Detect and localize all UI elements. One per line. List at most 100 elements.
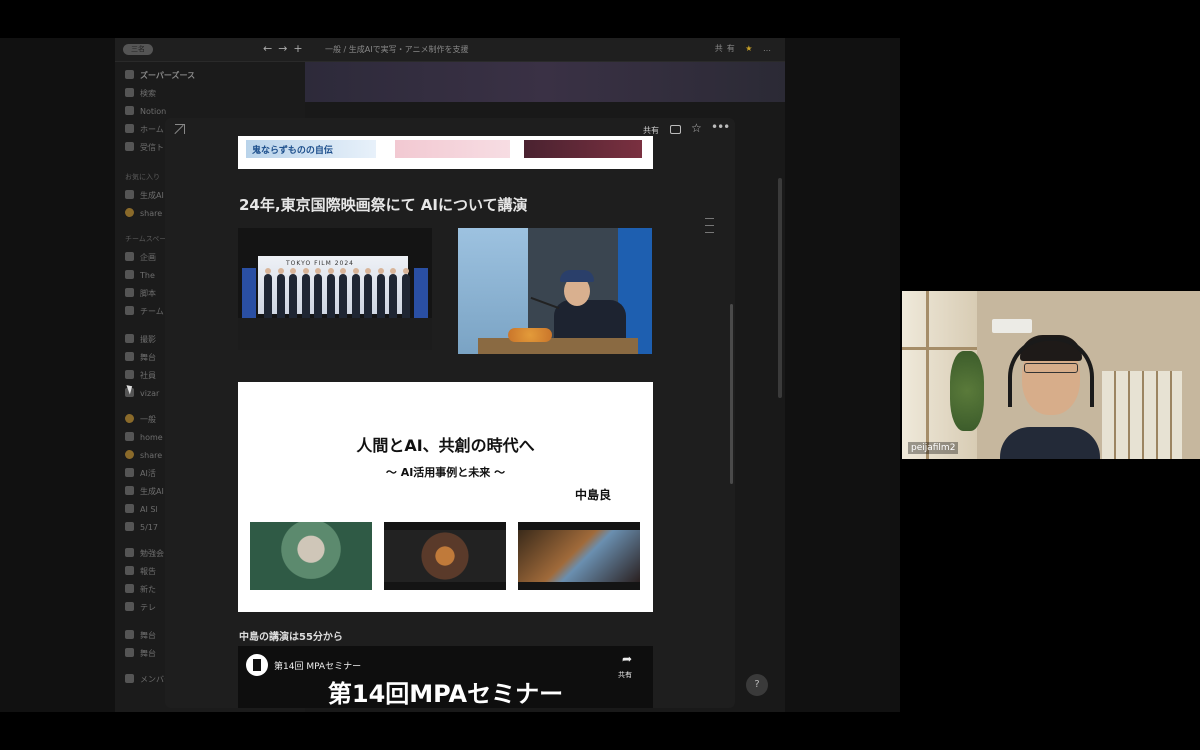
photo-person <box>264 274 272 318</box>
photo-person <box>339 274 347 318</box>
screen-share: 三名 ←→+ 一般 / 生成AIで実写・アニメ制作を支援 共有 ★ … ズーパー… <box>0 38 900 712</box>
sidebar-item[interactable]: 生成AI <box>125 486 164 497</box>
page-cover-banner <box>305 62 785 102</box>
sidebar-item[interactable]: 社員 <box>125 370 156 381</box>
sidebar-item-label: 検索 <box>140 89 156 98</box>
page-icon <box>125 306 134 315</box>
sidebar-item[interactable]: 撮影 <box>125 334 156 345</box>
sidebar-item-label: ホーム <box>140 125 164 134</box>
sidebar-item[interactable]: ホーム <box>125 124 164 135</box>
page-icon <box>125 602 134 611</box>
sidebar-item-label: share <box>140 451 163 460</box>
participant-video-tile[interactable]: peijafilm2 <box>902 291 1200 459</box>
photo-person-head <box>402 268 409 274</box>
sidebar-item[interactable]: AI活 <box>125 468 156 479</box>
comment-icon[interactable] <box>670 125 681 134</box>
sidebar-item[interactable]: 脚本 <box>125 288 156 299</box>
film-still-image <box>518 522 640 590</box>
sidebar-item-label: 勉強会 <box>140 549 164 558</box>
sidebar-item[interactable]: 新た <box>125 584 156 595</box>
sidebar-item-label: AI Sl <box>140 505 158 514</box>
favorite-star-icon: ★ <box>745 44 757 53</box>
sidebar-item[interactable]: 企画 <box>125 252 156 263</box>
sidebar-item[interactable]: 報告 <box>125 566 156 577</box>
video-title[interactable]: 第14回 MPAセミナー <box>274 659 361 672</box>
film-still-image <box>250 522 372 590</box>
sidebar-item[interactable]: 生成AI <box>125 190 164 201</box>
page-icon <box>125 88 134 97</box>
sidebar-item[interactable]: チーム <box>125 306 164 317</box>
expand-icon[interactable] <box>175 124 185 134</box>
share-arrow-icon[interactable]: ➦ <box>622 652 632 666</box>
favorite-star-icon[interactable]: ☆ <box>691 121 702 135</box>
question-icon[interactable]: ? <box>746 674 768 696</box>
video-share-button[interactable]: 共有 <box>618 670 632 680</box>
share-button[interactable]: 共有 <box>643 125 659 136</box>
page-icon <box>125 432 134 441</box>
slide-author: 中島良 <box>575 488 612 502</box>
sidebar-item-label: 企画 <box>140 253 156 262</box>
page-icon <box>125 414 134 423</box>
nav-arrows-icon[interactable]: ←→+ <box>263 42 309 55</box>
page-icon <box>125 190 134 199</box>
photo-person-head <box>377 268 384 274</box>
page-icon <box>125 630 134 639</box>
sidebar-item-label: 舞台 <box>140 631 156 640</box>
sidebar-item[interactable]: 舞台 <box>125 630 156 641</box>
section-heading: 24年,東京国際映画祭にて AIについて講演 <box>239 196 528 214</box>
sidebar-item[interactable]: 舞台 <box>125 352 156 363</box>
slide-subtitle: 〜 AI活用事例と未来 〜 <box>385 466 506 479</box>
page-icon <box>125 270 134 279</box>
photo-person <box>389 274 397 318</box>
modal-scrollbar[interactable] <box>730 304 733 484</box>
breadcrumb[interactable]: 一般 / 生成AIで実写・アニメ制作を支援 <box>325 44 468 55</box>
sidebar-item[interactable]: 検索 <box>125 88 156 99</box>
thumbnail-image <box>395 140 510 158</box>
sidebar-item[interactable]: テレ <box>125 602 156 613</box>
photo-person <box>289 274 297 318</box>
sidebar-item-label: home <box>140 433 163 442</box>
sidebar-item[interactable]: Notion <box>125 106 166 116</box>
sidebar-item-label: The <box>140 271 155 280</box>
page-icon <box>125 252 134 261</box>
sidebar-item[interactable]: 一般 <box>125 414 156 425</box>
page-icon <box>125 522 134 531</box>
sidebar-item-label: チーム <box>140 307 164 316</box>
sidebar-item[interactable]: share <box>125 208 162 218</box>
photo-person-head <box>365 268 371 274</box>
background-scrollbar[interactable] <box>778 178 782 398</box>
table-of-contents-icon[interactable] <box>705 218 714 239</box>
page-icon <box>125 548 134 557</box>
sidebar-item-label: 脚本 <box>140 289 156 298</box>
sidebar-item[interactable]: 勉強会 <box>125 548 164 559</box>
sidebar-item[interactable]: AI Sl <box>125 504 158 514</box>
channel-logo-icon[interactable] <box>246 654 268 676</box>
sidebar-item[interactable]: home <box>125 432 163 442</box>
more-options-icon[interactable]: ••• <box>711 120 730 134</box>
lecture-note-text: 中島の講演は55分から <box>239 632 343 643</box>
page-icon <box>125 334 134 343</box>
sidebar-item-label: 舞台 <box>140 649 156 658</box>
photo-person-head <box>290 268 296 274</box>
video-embed[interactable]: 第14回 MPAセミナー 第14回MPAセミナー ➦ 共有 <box>238 646 653 708</box>
sidebar-item-label: テレ <box>140 603 156 612</box>
sidebar-item[interactable]: ズーパーズース <box>125 70 195 81</box>
sidebar-item[interactable]: 5/17 <box>125 522 158 532</box>
video-thumbnail-title: 第14回MPAセミナー <box>327 680 564 708</box>
sidebar-section-heading: お気に入り <box>125 172 160 182</box>
photo-person <box>314 274 322 318</box>
sidebar-item[interactable]: share <box>125 450 162 460</box>
sidebar-item-label: vizar <box>140 389 160 398</box>
photo-person-head <box>327 268 334 274</box>
background-topbar: 三名 ←→+ 一般 / 生成AIで実写・アニメ制作を支援 共有 ★ … <box>115 38 785 62</box>
sidebar-item-label: 社員 <box>140 371 156 380</box>
background-topbar-actions[interactable]: 共有 ★ … <box>715 43 775 54</box>
photo-person <box>351 274 360 318</box>
image-strip-card: 鬼ならずものの自伝 <box>238 136 653 169</box>
event-group-photo: TOKYO FILM 2024 <box>238 228 432 350</box>
sidebar-item[interactable]: The <box>125 270 155 280</box>
sidebar-toggle-pill[interactable]: 三名 <box>123 44 153 55</box>
sidebar-item-label: AI活 <box>140 469 156 478</box>
sidebar-item[interactable]: 舞台 <box>125 648 156 659</box>
speaker-photo <box>458 228 652 354</box>
